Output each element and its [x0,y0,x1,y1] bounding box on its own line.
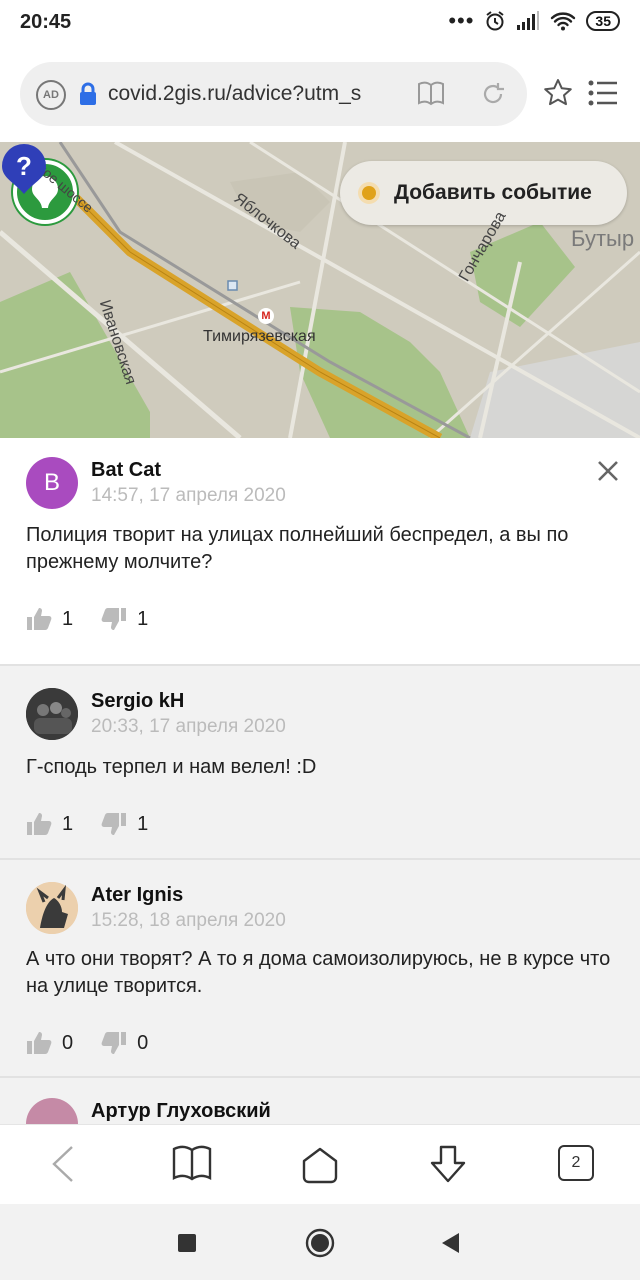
comment-card: Ater Ignis 15:28, 18 апреля 2020 А что о… [0,858,640,1076]
status-bar: 20:45 ••• 35 [0,0,640,46]
thumb-down-icon[interactable] [101,607,127,631]
add-event-button[interactable]: Добавить событие [340,161,627,225]
recents-icon[interactable] [177,1233,197,1253]
thumb-up-icon[interactable] [26,1031,52,1055]
comment-text: Полиция творит на улицах полнейший беспр… [26,524,569,573]
svg-text:?: ? [16,151,32,181]
event-dot-icon [362,186,376,200]
thumb-up-icon[interactable] [26,607,52,631]
comment-text: Г-сподь терпел и нам велел! :D [26,756,317,778]
wifi-icon [551,12,576,31]
menu-icon[interactable] [588,80,618,106]
home-icon[interactable] [300,1145,340,1185]
map[interactable]: Добавить событие ское шоссе Яблочкова Ив… [0,142,640,438]
avatar: B [26,457,78,509]
comment-author: Артур Глуховский [91,1100,271,1122]
comment-date: 15:28, 18 апреля 2020 [91,910,286,931]
avatar [26,688,78,740]
reader-mode-icon[interactable] [417,80,445,106]
question-marker-icon[interactable]: ? [0,142,48,196]
map-label-butyr: Бутыр [571,226,635,251]
comment-date: 20:33, 17 апреля 2020 [91,716,286,737]
system-home-icon[interactable] [305,1228,335,1258]
adblock-icon[interactable]: AD [36,80,66,110]
system-back-icon[interactable] [440,1232,460,1254]
close-icon[interactable] [597,460,619,482]
address-bar[interactable]: AD covid.2gis.ru/advice?utm_s [20,62,527,126]
tabs-button[interactable]: 2 [558,1145,594,1181]
comment-author: Sergio kH [91,690,185,712]
metro-icon: М [258,308,274,324]
dislike-count: 1 [137,812,149,835]
bookmarks-icon[interactable] [172,1145,212,1181]
like-count: 1 [62,812,74,835]
battery-indicator: 35 [586,11,620,31]
comment-card: Артур Глуховский [0,1076,640,1124]
comment-author: Ater Ignis [91,884,184,906]
like-count: 0 [62,1031,74,1054]
signal-icon [517,11,540,30]
comment-card: B Bat Cat 14:57, 17 апреля 2020 Полиция … [0,438,640,664]
vote-bar: 0 0 [26,1031,176,1055]
add-event-label: Добавить событие [394,181,592,204]
comment-card: Sergio kH 20:33, 17 апреля 2020 Г-сподь … [0,664,640,858]
avatar-photo [26,882,78,934]
like-count: 1 [62,607,74,630]
avatar [26,1098,78,1124]
url-text[interactable]: covid.2gis.ru/advice?utm_s [108,82,403,106]
dislike-count: 0 [137,1031,149,1054]
thumb-up-icon[interactable] [26,812,52,836]
status-time: 20:45 [20,11,72,33]
comment-date: 14:57, 17 апреля 2020 [91,485,286,506]
map-label-metro: Тимирязевская [203,328,316,345]
thumb-down-icon[interactable] [101,812,127,836]
download-icon[interactable] [426,1145,470,1185]
dislike-count: 1 [137,607,149,630]
back-icon[interactable] [50,1145,76,1183]
bookmark-star-icon[interactable] [543,78,573,108]
comment-author: Bat Cat [91,459,162,481]
alarm-icon [486,11,505,31]
lock-icon [80,82,96,105]
system-nav-bar [0,1204,640,1280]
comment-text: А что они творят? А то я дома самоизолир… [26,948,611,997]
more-notifications-icon: ••• [448,8,475,33]
avatar [26,882,78,934]
avatar-photo [26,688,78,740]
browser-bottom-nav: 2 [0,1124,640,1204]
status-icons: ••• 35 [448,10,620,32]
thumb-down-icon[interactable] [101,1031,127,1055]
vote-bar: 1 1 [26,607,176,631]
reload-icon[interactable] [480,81,506,107]
vote-bar: 1 1 [26,812,176,836]
